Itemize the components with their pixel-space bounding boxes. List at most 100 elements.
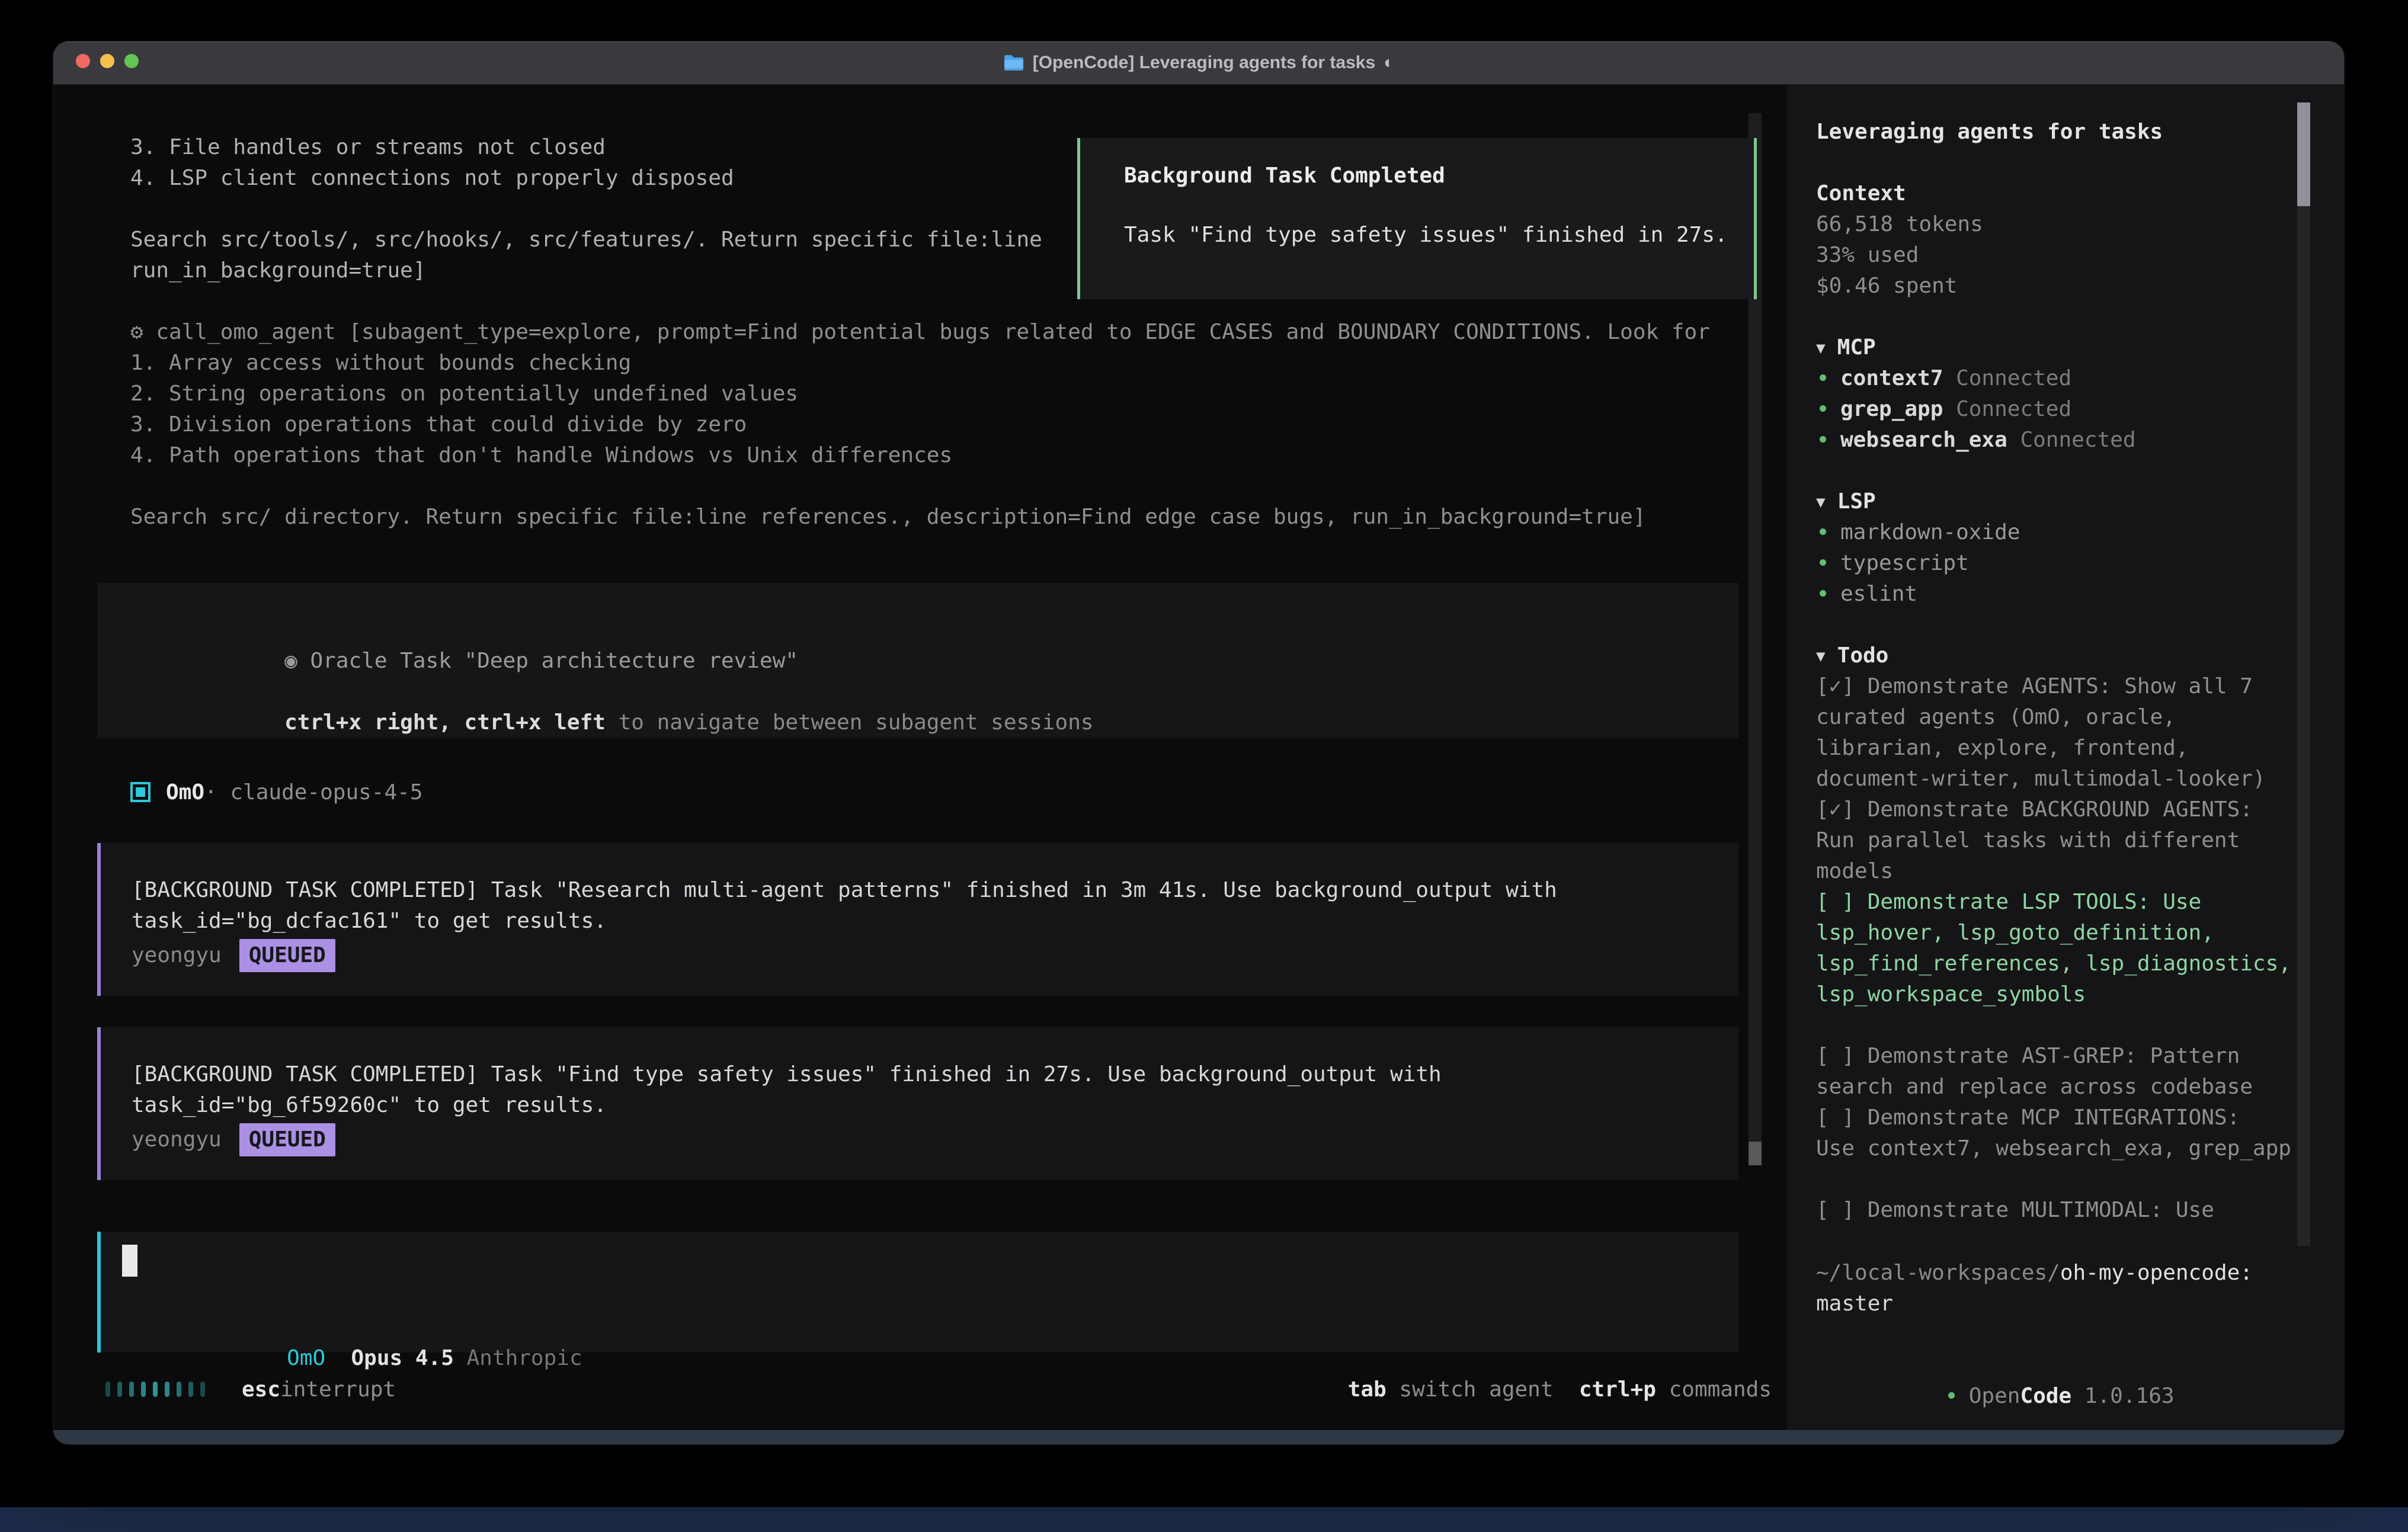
todo-item: [ ] Demonstrate LSP TOOLS: Use lsp_hover…	[1816, 887, 2344, 1010]
window-bottom-chrome	[53, 1430, 2344, 1444]
lsp-item: markdown-oxide	[1816, 517, 2344, 548]
tool-call-tail: Search src/ directory. Return specific f…	[130, 502, 1710, 533]
folder-icon	[1003, 54, 1024, 72]
chevron-down-icon: ▼	[1816, 339, 1826, 357]
status-dot-icon	[1948, 1392, 1955, 1399]
tool-call-header: ⚙ call_omo_agent [subagent_type=explore,…	[130, 317, 1710, 348]
message-line: task_id="bg_6f59260c" to get results.	[132, 1090, 1738, 1121]
oracle-task-title: Oracle Task "Deep architecture review"	[310, 649, 798, 673]
chevron-down-icon: ▼	[1816, 493, 1826, 511]
agent-name: OmO	[166, 780, 204, 805]
tab-key-label: switch agent	[1386, 1377, 1554, 1402]
scrollback-line: run_in_background=true]	[130, 255, 1042, 286]
workspace-path-prefix: ~/local-workspaces/	[1816, 1261, 2060, 1285]
message-author-row: yeongyuQUEUED	[132, 939, 1738, 972]
tab-key-hint: tab	[1348, 1377, 1386, 1402]
scrollback-text: 3. File handles or streams not closed4. …	[130, 132, 1042, 286]
mcp-item: grep_app Connected	[1816, 394, 2344, 425]
queued-badge: QUEUED	[239, 939, 335, 972]
tool-call-item: 3. Division operations that could divide…	[130, 409, 1710, 440]
context-heading: Context	[1816, 178, 2344, 209]
text-cursor	[122, 1245, 137, 1277]
workspace-branch: master	[1816, 1289, 2344, 1319]
sidebar-session-title: Leveraging agents for tasks	[1816, 117, 2344, 148]
mcp-item: websearch_exa Connected	[1816, 425, 2344, 456]
mcp-section-header[interactable]: ▼MCP	[1816, 332, 2344, 363]
message-author-row: yeongyu QUEUED	[132, 1123, 1738, 1156]
mcp-name: context7	[1840, 366, 1943, 390]
chevron-down-icon: ▼	[1816, 648, 1826, 665]
background-task-toast: Background Task Completed Task "Find typ…	[1077, 138, 1757, 299]
ctrlp-key-label: commands	[1656, 1377, 1772, 1402]
agent-model: · claude-opus-4-5	[204, 780, 422, 805]
lsp-name: markdown-oxide	[1840, 520, 2020, 544]
status-dot-icon	[1820, 559, 1826, 566]
status-dot-icon	[1820, 405, 1826, 412]
traffic-lights	[76, 54, 139, 68]
todo-item: [ ] Demonstrate AST-GREP: Pattern search…	[1816, 1041, 2344, 1102]
close-button[interactable]	[76, 54, 90, 68]
opencode-terminal-window: [OpenCode] Leveraging agents for tasks ◐…	[53, 41, 2344, 1444]
version-name-prefix: Open	[1969, 1384, 2020, 1408]
scrollback-line	[130, 194, 1042, 225]
agent-session-header: OmO · claude-opus-4-5	[130, 777, 423, 807]
message-block[interactable]: [BACKGROUND TASK COMPLETED] Task "Resear…	[97, 843, 1738, 996]
todo-item: [ ] Demonstrate MULTIMODAL: Use	[1816, 1195, 2344, 1226]
oracle-hint-keys: ctrl+x right, ctrl+x left	[284, 710, 606, 735]
workspace-path: ~/local-workspaces/oh-my-opencode:	[1816, 1258, 2344, 1289]
input-provider-label: Anthropic	[467, 1346, 582, 1370]
opencode-version-row: OpenCode 1.0.163	[1816, 1350, 2344, 1381]
message-line: [BACKGROUND TASK COMPLETED] Task "Find t…	[132, 1059, 1738, 1090]
scrollback-line: Search src/tools/, src/hooks/, src/featu…	[130, 225, 1042, 255]
version-name-bold: Code	[2020, 1384, 2071, 1408]
session-state-icon: ◐	[1384, 53, 1394, 73]
lsp-section-header[interactable]: ▼LSP	[1816, 486, 2344, 517]
context-stat-line: 33% used	[1816, 240, 2344, 271]
prompt-input[interactable]: OmO Opus 4.5 Anthropic	[97, 1232, 1738, 1352]
oracle-hint-text: to navigate between subagent sessions	[606, 710, 1094, 735]
main-scrollbar-thumb[interactable]	[1749, 1142, 1762, 1165]
message-author: yeongyu	[132, 1127, 222, 1152]
toast-title: Background Task Completed	[1124, 161, 1754, 191]
oracle-task-card[interactable]: ◉ Oracle Task "Deep architecture review"…	[97, 583, 1738, 738]
session-sidebar: Leveraging agents for tasks Context 66,5…	[1787, 85, 2344, 1430]
zoom-button[interactable]	[124, 54, 139, 68]
lsp-name: eslint	[1840, 582, 1917, 606]
lsp-list: markdown-oxide typescript eslint	[1816, 517, 2344, 610]
message-line: task_id="bg_dcfac161" to get results.	[132, 906, 1738, 937]
tool-call-output: ⚙ call_omo_agent [subagent_type=explore,…	[130, 317, 1710, 533]
context-stats: 66,518 tokens33% used$0.46 spent	[1816, 209, 2344, 302]
esc-key-label: interrupt	[280, 1377, 396, 1402]
window-title: [OpenCode] Leveraging agents for tasks ◐	[1003, 53, 1395, 73]
context-stat-line: $0.46 spent	[1816, 271, 2344, 302]
mcp-name: grep_app	[1840, 397, 1943, 421]
terminal-main-pane[interactable]: 3. File handles or streams not closed4. …	[53, 85, 1787, 1430]
keyboard-hints-right: tab switch agent ctrl+p commands	[1348, 1377, 1772, 1402]
mcp-list: context7 Connectedgrep_app Connectedwebs…	[1816, 363, 2344, 456]
blank-line	[130, 471, 1710, 502]
tool-call-item: 4. Path operations that don't handle Win…	[130, 440, 1710, 471]
minimize-button[interactable]	[100, 54, 114, 68]
oracle-task-icon: ◉	[284, 649, 297, 673]
queued-badge: QUEUED	[239, 1123, 335, 1156]
mcp-status: Connected	[1943, 397, 2071, 421]
mcp-status: Connected	[2007, 428, 2136, 452]
tool-call-item: 2. String operations on potentially unde…	[130, 379, 1710, 409]
status-dot-icon	[1820, 374, 1826, 381]
sidebar-scrollbar-track[interactable]	[2297, 102, 2310, 1246]
sidebar-scrollbar-thumb[interactable]	[2297, 102, 2310, 206]
scrollback-line: 4. LSP client connections not properly d…	[130, 163, 1042, 194]
screenshot-root: [OpenCode] Leveraging agents for tasks ◐…	[0, 0, 2408, 1532]
version-number: 1.0.163	[2071, 1384, 2174, 1408]
lsp-name: typescript	[1840, 551, 1969, 575]
ctrlp-key-hint: ctrl+p	[1579, 1377, 1656, 1402]
input-agent-label: OmO	[287, 1346, 325, 1370]
agent-square-icon	[130, 782, 150, 802]
message-block[interactable]: [BACKGROUND TASK COMPLETED] Task "Find t…	[97, 1027, 1738, 1180]
todo-section-header[interactable]: ▼Todo	[1816, 640, 2344, 671]
mcp-item: context7 Connected	[1816, 363, 2344, 394]
window-titlebar: [OpenCode] Leveraging agents for tasks ◐	[53, 41, 2344, 85]
toast-body: Task "Find type safety issues" finished …	[1124, 220, 1754, 251]
todo-item: [ ] Demonstrate MCP INTEGRATIONS: Use co…	[1816, 1102, 2344, 1164]
mcp-name: websearch_exa	[1840, 428, 2007, 452]
